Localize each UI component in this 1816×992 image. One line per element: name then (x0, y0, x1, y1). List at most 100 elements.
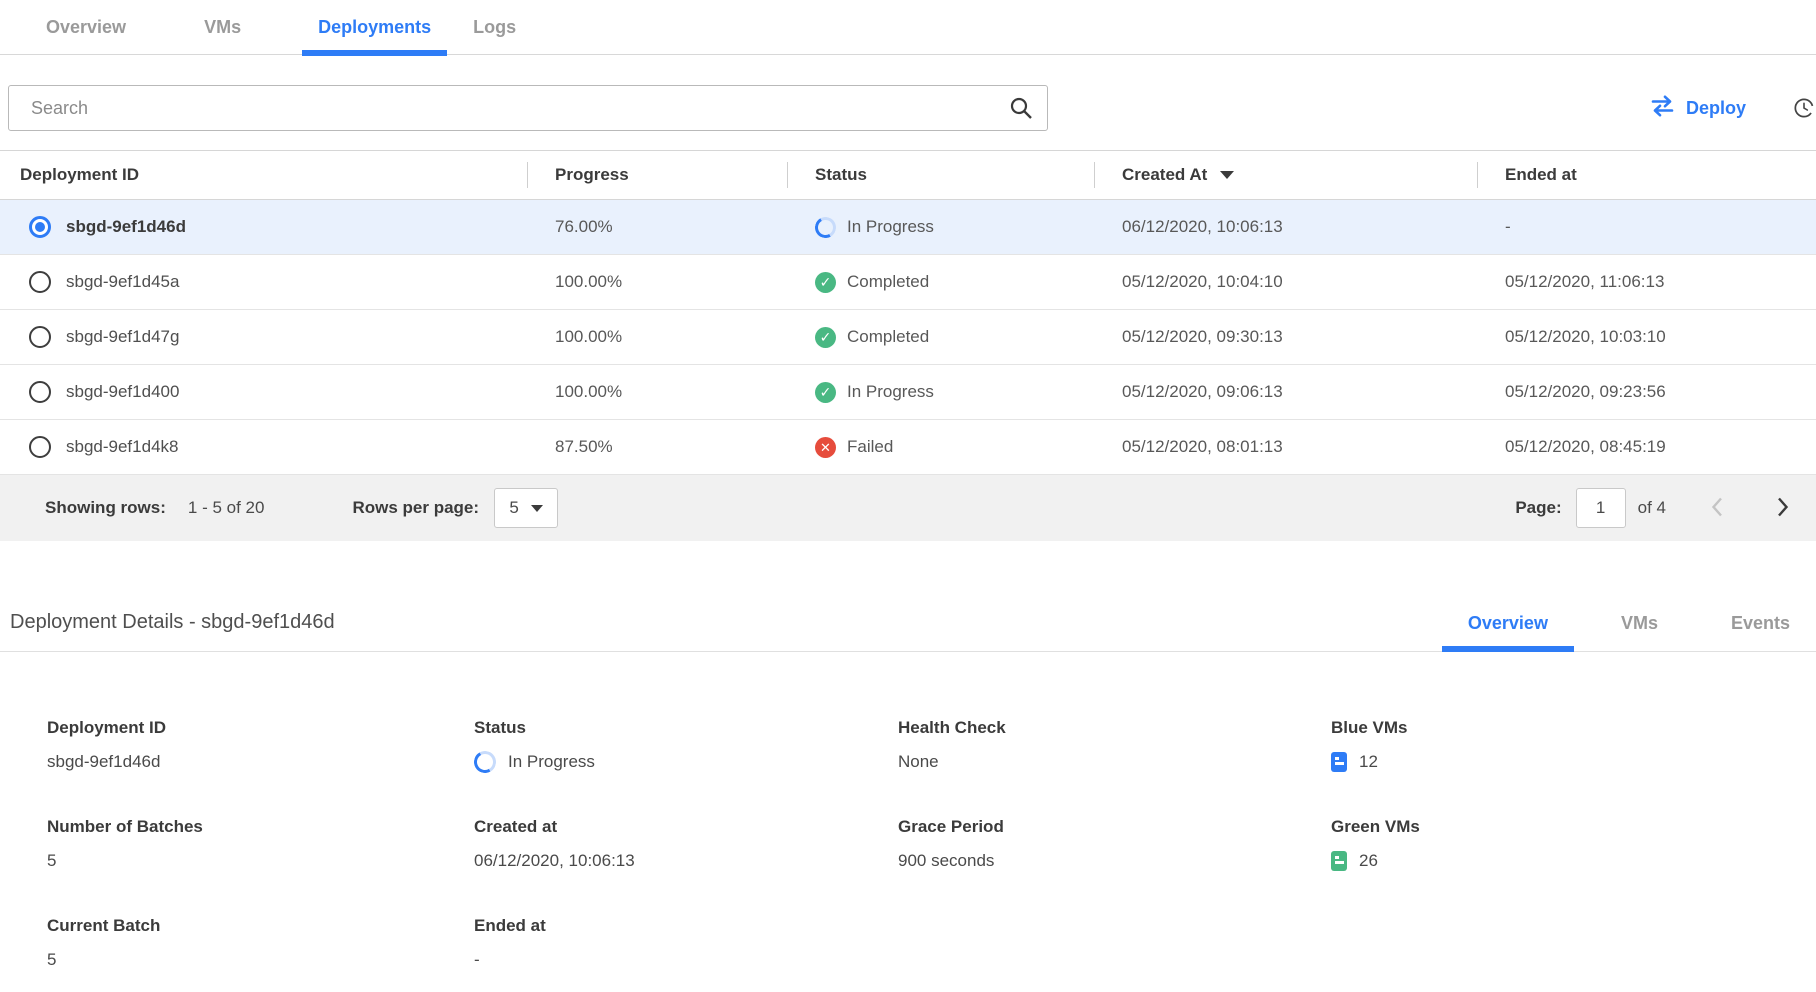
created-at-value: 05/12/2020, 10:04:10 (1094, 272, 1477, 292)
main-tab-label: Deployments (318, 17, 431, 38)
status-label: Completed (847, 272, 929, 292)
status-cell: In Progress (787, 217, 1094, 238)
details-tab[interactable]: Overview (1456, 613, 1560, 651)
detail-field-value-row: 5 (47, 949, 474, 971)
row-radio-button[interactable] (29, 271, 51, 293)
detail-field-value: - (474, 950, 480, 970)
status-icon (815, 272, 836, 293)
main-tab[interactable]: VMs (192, 0, 253, 55)
details-tab-label: Events (1731, 613, 1790, 633)
column-header-ended-at[interactable]: Ended at (1477, 165, 1816, 185)
row-radio-button[interactable] (29, 381, 51, 403)
toolbar: Deploy (0, 85, 1816, 131)
row-radio-button[interactable] (29, 326, 51, 348)
detail-field: Created at 06/12/2020, 10:06:13 (474, 817, 898, 872)
detail-field-value-row: 26 (1331, 850, 1816, 872)
main-tab[interactable]: Overview (34, 0, 138, 55)
detail-field-label: Current Batch (47, 916, 474, 936)
detail-field: Status In Progress (474, 718, 898, 773)
column-header-status[interactable]: Status (787, 165, 1094, 185)
detail-field-value-row: 12 (1331, 751, 1816, 773)
main-tab[interactable]: Logs (461, 0, 528, 55)
detail-field-value-row: None (898, 751, 1331, 773)
detail-field-value: In Progress (508, 752, 595, 772)
status-cell: Completed (787, 272, 1094, 293)
table-row[interactable]: sbgd-9ef1d400 100.00% In Progress 05/12/… (0, 365, 1816, 420)
deployment-id-cell: sbgd-9ef1d45a (0, 271, 527, 293)
main-tab[interactable]: Deployments (306, 0, 443, 55)
detail-field-value: 26 (1359, 851, 1378, 871)
rows-per-page-select[interactable]: 5 (494, 488, 558, 528)
history-icon[interactable] (1792, 88, 1816, 128)
previous-page-button[interactable] (1706, 492, 1728, 525)
deployment-id-value: sbgd-9ef1d400 (66, 382, 179, 402)
detail-field: Number of Batches 5 (47, 817, 474, 872)
detail-value-icon (1331, 752, 1347, 772)
created-at-value: 06/12/2020, 10:06:13 (1094, 217, 1477, 237)
ended-at-value: 05/12/2020, 08:45:19 (1477, 437, 1816, 457)
deployment-id-value: sbgd-9ef1d45a (66, 272, 179, 292)
deployment-id-cell: sbgd-9ef1d47g (0, 326, 527, 348)
deploy-button[interactable]: Deploy (1650, 95, 1746, 122)
sort-descending-icon (1220, 171, 1234, 179)
ended-at-value: 05/12/2020, 09:23:56 (1477, 382, 1816, 402)
ended-at-value: 05/12/2020, 10:03:10 (1477, 327, 1816, 347)
progress-value: 100.00% (527, 327, 787, 347)
page-label: Page: (1515, 498, 1561, 518)
detail-field-value-row: 06/12/2020, 10:06:13 (474, 850, 898, 872)
detail-field: Ended at - (474, 916, 898, 971)
ended-at-value: - (1477, 217, 1816, 237)
status-icon (815, 437, 836, 458)
status-label: Failed (847, 437, 893, 457)
detail-field-label: Status (474, 718, 898, 738)
details-tab[interactable]: Events (1719, 613, 1802, 651)
status-icon (813, 214, 839, 240)
page-number-input[interactable] (1576, 488, 1626, 528)
detail-field-label: Number of Batches (47, 817, 474, 837)
table-row[interactable]: sbgd-9ef1d46d 76.00% In Progress 06/12/2… (0, 200, 1816, 255)
deployment-id-value: sbgd-9ef1d47g (66, 327, 179, 347)
column-header-deployment-id[interactable]: Deployment ID (0, 165, 527, 185)
detail-field-value: 900 seconds (898, 851, 994, 871)
details-tab-label: VMs (1621, 613, 1658, 633)
search-input[interactable] (8, 85, 1048, 131)
progress-value: 100.00% (527, 382, 787, 402)
main-tab-bar: Overview VMs Deployments Logs (0, 0, 1816, 55)
details-tab[interactable]: VMs (1609, 613, 1670, 651)
status-label: In Progress (847, 217, 934, 237)
detail-field-value-row: 5 (47, 850, 474, 872)
status-label: In Progress (847, 382, 934, 402)
detail-value-icon (472, 749, 499, 776)
detail-field-label: Blue VMs (1331, 718, 1816, 738)
details-tab-label: Overview (1468, 613, 1548, 633)
detail-field-value-row: In Progress (474, 751, 898, 773)
table-row[interactable]: sbgd-9ef1d47g 100.00% Completed 05/12/20… (0, 310, 1816, 365)
search-box (8, 85, 1048, 131)
ended-at-value: 05/12/2020, 11:06:13 (1477, 272, 1816, 292)
column-header-created-at[interactable]: Created At (1094, 165, 1477, 185)
table-row[interactable]: sbgd-9ef1d4k8 87.50% Failed 05/12/2020, … (0, 420, 1816, 475)
detail-field-value: sbgd-9ef1d46d (47, 752, 160, 772)
detail-field: Current Batch 5 (47, 916, 474, 971)
chevron-down-icon (531, 505, 543, 512)
status-cell: Failed (787, 437, 1094, 458)
table-row[interactable]: sbgd-9ef1d45a 100.00% Completed 05/12/20… (0, 255, 1816, 310)
status-icon (815, 382, 836, 403)
row-radio-button[interactable] (29, 436, 51, 458)
status-label: Completed (847, 327, 929, 347)
pagination-bar: Showing rows: 1 - 5 of 20 Rows per page:… (0, 475, 1816, 541)
detail-field-value-row: - (474, 949, 898, 971)
next-page-button[interactable] (1772, 492, 1794, 525)
detail-field: Grace Period 900 seconds (898, 817, 1331, 872)
detail-value-icon (1331, 851, 1347, 871)
created-at-value: 05/12/2020, 09:06:13 (1094, 382, 1477, 402)
row-radio-button[interactable] (29, 216, 51, 238)
showing-rows-label: Showing rows: (45, 498, 166, 518)
detail-field: Green VMs 26 (1331, 817, 1816, 872)
page-total: of 4 (1638, 498, 1666, 518)
created-at-value: 05/12/2020, 08:01:13 (1094, 437, 1477, 457)
rows-per-page-value: 5 (509, 498, 518, 518)
swap-arrows-icon (1650, 95, 1675, 122)
column-header-progress[interactable]: Progress (527, 165, 787, 185)
search-icon (1008, 95, 1034, 126)
